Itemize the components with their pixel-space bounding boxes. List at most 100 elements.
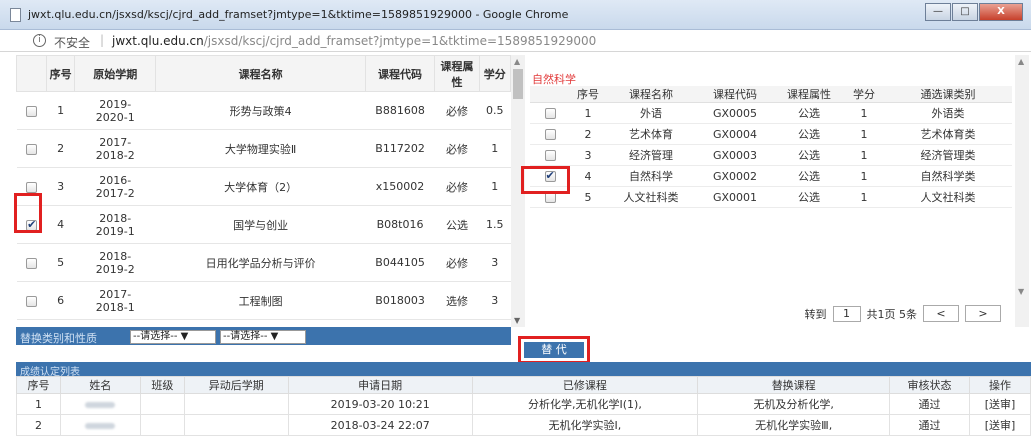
table-row[interactable]: 72017-2018-2物理化学实验ⅢB043019必修1 [16, 319, 511, 327]
row-checkbox[interactable] [26, 181, 38, 193]
row-checkbox[interactable] [26, 295, 38, 307]
checkbox-header [530, 86, 570, 103]
row-checkbox-cell [530, 144, 570, 166]
row-course-code: B043019 [365, 319, 435, 327]
row-apply-date: 2018-03-24 22:07 [287, 414, 473, 436]
prev-page-button[interactable]: < [923, 305, 959, 322]
row-course-attr: 必修 [434, 129, 480, 168]
row-class [139, 414, 185, 436]
row-checkbox-cell [16, 91, 47, 130]
url-text[interactable]: jwxt.qlu.edu.cn/jsxsd/kscj/cjrd_add_fram… [112, 34, 596, 48]
row-checkbox[interactable] [26, 257, 38, 269]
row-credit: 1 [844, 123, 884, 145]
row-action-link[interactable]: [送审] [968, 414, 1031, 436]
term-end: 2019-2 [95, 262, 135, 276]
row-course-code: GX0002 [696, 165, 774, 187]
row-category: 外语类 [884, 102, 1012, 124]
results-title-bar: 成绩认定列表 [16, 362, 1031, 378]
row-status: 通过 [889, 393, 970, 415]
row-credit: 3 [479, 281, 511, 320]
insecure-label: 不安全 [54, 36, 91, 50]
table-row[interactable]: 2 2017- 2018-2 大学物理实验Ⅱ B117202 必修 1 [16, 129, 511, 168]
attribute-select[interactable]: --请选择-- ▼ [220, 330, 306, 344]
minimize-button[interactable]: — [925, 3, 951, 21]
row-action-link[interactable]: [送审] [968, 393, 1031, 415]
row-checkbox[interactable] [544, 150, 556, 161]
checkbox-header [16, 55, 48, 92]
row-course-code: x150002 [365, 167, 435, 206]
info-icon[interactable]: i [33, 34, 46, 47]
table-row[interactable]: 1 2019- 2020-1 形势与政策4 B881608 必修 0.5 [16, 91, 511, 130]
row-no: 3 [570, 144, 606, 166]
table-row[interactable]: 2 艺术体育 GX0004 公选 1 艺术体育类 [530, 123, 1012, 145]
row-course-code: GX0004 [696, 123, 774, 145]
pager: 转到 1 共1页 5条 < > [804, 305, 1001, 322]
row-checkbox[interactable] [26, 143, 38, 155]
right-scrollbar[interactable]: ▲ ▼ [1015, 55, 1029, 327]
table-row[interactable]: 4自然科学GX0002公选1自然科学类 [530, 165, 1012, 187]
row-credit: 1 [479, 129, 511, 168]
header-apply-date: 申请日期 [287, 376, 473, 394]
table-row[interactable]: 1 外语 GX0005 公选 1 外语类 [530, 102, 1012, 124]
row-credit: 0.5 [479, 91, 511, 130]
category-select[interactable]: --请选择-- ▼ [130, 330, 216, 344]
header-action: 操作 [968, 376, 1031, 394]
table-row[interactable]: 3 2016- 2017-2 大学体育（2） x150002 必修 1 [16, 167, 511, 206]
scroll-up-icon[interactable]: ▲ [1018, 57, 1024, 66]
replace-button[interactable]: 替 代 [524, 342, 584, 358]
original-courses-panel: 序号 原始学期 课程名称 课程代码 课程属性 学分 1 2019- 2020-1 形势… [16, 55, 511, 327]
scroll-down-icon[interactable]: ▼ [514, 316, 520, 325]
row-course-name: 大学物理实验Ⅱ [155, 129, 366, 168]
address-bar[interactable]: i 不安全 | jwxt.qlu.edu.cn/jsxsd/kscj/cjrd_… [0, 30, 1031, 52]
row-credit: 1 [844, 165, 884, 187]
row-course-code: B044105 [365, 243, 435, 282]
row-taken-courses: 分析化学,无机化学Ⅰ(1), [471, 393, 699, 415]
row-checkbox-cell [530, 123, 570, 145]
row-credit: 1 [479, 319, 511, 327]
term-end: 2019-1 [95, 224, 135, 238]
next-page-button[interactable]: > [965, 305, 1001, 322]
row-term: 2016- 2017-2 [74, 167, 156, 206]
row-course-code: B08t016 [365, 205, 435, 244]
scroll-down-icon[interactable]: ▼ [1018, 287, 1024, 296]
row-no: 1 [570, 102, 606, 124]
row-checkbox[interactable] [544, 108, 556, 119]
row-course-attr: 公选 [774, 123, 844, 145]
page-input[interactable]: 1 [832, 305, 861, 322]
scroll-up-icon[interactable]: ▲ [514, 57, 520, 66]
scroll-thumb[interactable] [513, 69, 523, 99]
row-checkbox[interactable] [26, 218, 38, 231]
row-course-name: 工程制图 [155, 281, 366, 320]
row-checkbox[interactable] [544, 169, 556, 182]
table-row[interactable]: 5 人文社科类 GX0001 公选 1 人文社科类 [530, 186, 1012, 208]
row-category: 自然科学类 [884, 165, 1012, 187]
row-credit: 1 [844, 144, 884, 166]
table-row[interactable]: 5 2018- 2019-2 日用化学品分析与评价 B044105 必修 3 [16, 243, 511, 282]
table-row: 1 2019-03-20 10:21 分析化学,无机化学Ⅰ(1), 无机及分析化学, 通… [16, 393, 1031, 415]
row-term: 2019- 2020-1 [74, 91, 156, 130]
row-checkbox[interactable] [544, 129, 556, 140]
row-category: 经济管理类 [884, 144, 1012, 166]
header-name: 课程名称 [155, 55, 366, 92]
table-row[interactable]: 3 经济管理 GX0003 公选 1 经济管理类 [530, 144, 1012, 166]
maximize-button[interactable]: □ [952, 3, 978, 21]
left-scrollbar[interactable]: ▲ ▼ [511, 55, 525, 327]
row-checkbox-cell [16, 205, 47, 244]
row-no: 7 [46, 319, 75, 327]
pager-goto: 转到 [804, 307, 827, 321]
row-course-attr: 公选 [774, 102, 844, 124]
url-path: /jsxsd/kscj/cjrd_add_framset?jmtype=1&tk… [203, 34, 597, 48]
table-row[interactable]: 6 2017- 2018-1 工程制图 B018003 选修 3 [16, 281, 511, 320]
row-course-attr: 必修 [434, 167, 480, 206]
close-button[interactable]: X [979, 3, 1023, 21]
row-changed-term [183, 414, 289, 436]
row-course-attr: 公选 [774, 186, 844, 208]
header-credit: 学分 [478, 55, 511, 92]
row-term: 2017-2018-2 [74, 129, 156, 168]
table-row[interactable]: 42018-2019-1国学与创业B08t016公选1.5 [16, 205, 511, 244]
header-term: 原始学期 [74, 55, 157, 92]
row-checkbox-cell [530, 186, 570, 208]
row-checkbox-cell [16, 319, 47, 327]
row-checkbox[interactable] [544, 192, 556, 203]
row-checkbox[interactable] [26, 105, 38, 117]
